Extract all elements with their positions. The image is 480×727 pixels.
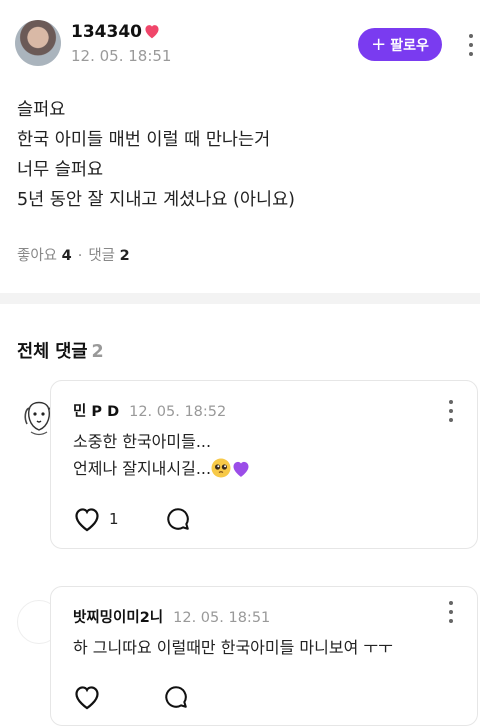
plus-icon: + — [371, 33, 387, 55]
red-heart-icon — [145, 25, 159, 39]
post-text-line: 슬퍼요 — [17, 100, 66, 120]
purple-heart-icon — [233, 461, 249, 477]
comment-card: 밧찌밍이미2니 12. 05. 18:51 하 그니따요 이럴때만 한국아미들 마… — [50, 586, 478, 726]
reply-bubble-icon[interactable] — [163, 684, 189, 710]
like-heart-icon[interactable] — [73, 684, 101, 710]
section-divider — [0, 293, 480, 304]
separator-dot: · — [77, 248, 83, 264]
post-header: 134340 12. 05. 18:51 + 팔로우 — [0, 0, 480, 80]
comment-text-line: 언제나 잘지내시길... — [73, 455, 251, 482]
comment-actions: 1 — [73, 506, 191, 532]
comment-text-line: 소중한 한국아미들... — [73, 432, 212, 451]
comment-more-options-icon[interactable] — [446, 601, 456, 623]
post-reactions: 좋아요 4 · 댓글 2 — [17, 244, 130, 265]
comments-section-title: 전체 댓글 2 — [17, 342, 104, 362]
comment-actions — [73, 684, 189, 710]
comment-text-line: 하 그니따요 이럴때만 한국아미들 마니보여 ㅜㅜ — [73, 638, 393, 657]
comment-more-options-icon[interactable] — [446, 400, 456, 422]
post-more-options-icon[interactable] — [466, 34, 476, 56]
comments-summary[interactable]: 댓글 2 — [88, 248, 129, 264]
post-content: 슬퍼요 한국 아미들 매번 이럴 때 만나는거 너무 슬퍼요 5년 동안 잘 지… — [17, 95, 467, 215]
author-name[interactable]: 134340 — [71, 22, 161, 42]
post-timestamp: 12. 05. 18:51 — [71, 47, 172, 65]
likes-summary[interactable]: 좋아요 4 — [17, 248, 72, 264]
post-text-line: 한국 아미들 매번 이럴 때 만나는거 — [17, 130, 271, 150]
comment-author[interactable]: 밧찌밍이미2니 12. 05. 18:51 — [73, 606, 270, 627]
post-text-line: 너무 슬퍼요 — [17, 160, 104, 180]
author-avatar[interactable] — [15, 20, 61, 66]
follow-button[interactable]: + 팔로우 — [358, 28, 442, 61]
like-count: 1 — [109, 510, 119, 528]
comment-card: 민 P D 12. 05. 18:52 소중한 한국아미들... 언제나 잘지내시… — [50, 380, 478, 549]
comment-author[interactable]: 민 P D 12. 05. 18:52 — [73, 400, 226, 421]
reply-bubble-icon[interactable] — [165, 506, 191, 532]
post-text-line: 5년 동안 잘 지내고 계셨나요 (아니요) — [17, 190, 296, 210]
like-heart-icon[interactable] — [73, 506, 101, 532]
pleading-face-emoji-icon — [211, 458, 231, 478]
